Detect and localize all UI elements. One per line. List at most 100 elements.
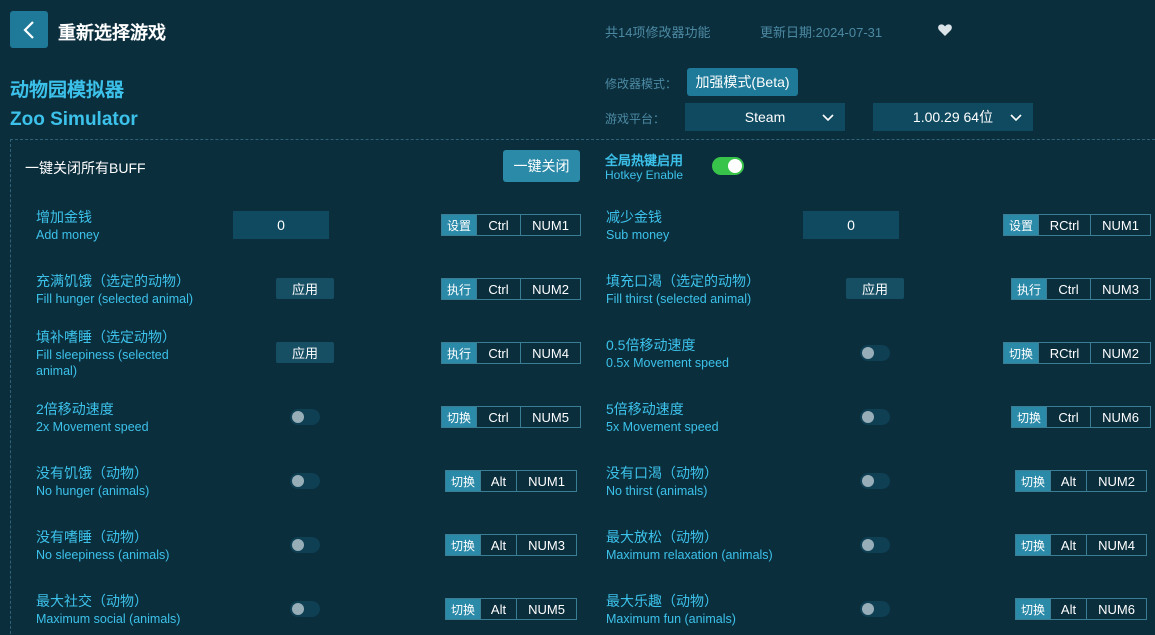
- heart-icon[interactable]: [937, 22, 953, 38]
- hotkey-modifier[interactable]: Alt: [480, 471, 516, 491]
- hotkey-key[interactable]: NUM1: [1090, 215, 1150, 235]
- toggle-knob: [292, 539, 304, 551]
- hotkey-key[interactable]: NUM2: [1086, 471, 1146, 491]
- hotkey-modifier[interactable]: Ctrl: [476, 215, 520, 235]
- hotkey-action-button[interactable]: 切换: [1012, 407, 1047, 427]
- feature-toggle[interactable]: [860, 601, 890, 617]
- toggle-knob: [292, 475, 304, 487]
- add-money-input[interactable]: [233, 211, 329, 239]
- close-all-label: 一键关闭所有BUFF: [25, 160, 146, 176]
- hotkey-group: 切换 Alt NUM5: [445, 598, 578, 620]
- mode-button[interactable]: 加强模式(Beta): [687, 68, 798, 96]
- feature-label-cn: 最大社交（动物）: [36, 593, 148, 609]
- feature-toggle[interactable]: [290, 473, 320, 489]
- platform-select[interactable]: Steam: [685, 103, 845, 131]
- hotkey-action-button[interactable]: 设置: [1004, 215, 1039, 235]
- hotkey-group: 切换 Alt NUM1: [445, 470, 578, 492]
- toggle-knob: [292, 603, 304, 615]
- hotkey-key[interactable]: NUM5: [516, 599, 576, 619]
- hotkey-modifier[interactable]: Alt: [480, 535, 516, 555]
- feature-label-cn: 没有嗜睡（动物）: [36, 529, 148, 545]
- hotkey-group: 切换 Ctrl NUM6: [1011, 406, 1152, 428]
- chevron-down-icon: [1010, 114, 1022, 122]
- hotkey-modifier[interactable]: Ctrl: [1046, 279, 1090, 299]
- hotkey-enable-toggle[interactable]: [712, 157, 744, 175]
- hotkey-action-button[interactable]: 切换: [442, 407, 477, 427]
- hotkey-key[interactable]: NUM1: [516, 471, 576, 491]
- apply-button[interactable]: 应用: [276, 278, 334, 299]
- hotkey-action-button[interactable]: 切换: [1016, 471, 1051, 491]
- hotkey-modifier[interactable]: Alt: [1050, 535, 1086, 555]
- feature-toggle[interactable]: [860, 409, 890, 425]
- hotkey-action-button[interactable]: 切换: [1004, 343, 1039, 363]
- close-all-button[interactable]: 一键关闭: [503, 150, 580, 182]
- feature-label-en: Maximum social (animals): [36, 612, 181, 626]
- mode-label: 修改器模式：: [605, 77, 678, 91]
- toggle-knob: [292, 411, 304, 423]
- hotkey-key[interactable]: NUM3: [516, 535, 576, 555]
- hotkey-action-button[interactable]: 切换: [446, 599, 481, 619]
- feature-label-en: 0.5x Movement speed: [606, 356, 729, 370]
- hotkey-modifier[interactable]: Alt: [480, 599, 516, 619]
- hotkey-key[interactable]: NUM2: [1090, 343, 1150, 363]
- hotkey-group: 执行 Ctrl NUM3: [1011, 278, 1152, 300]
- feature-label-en: 2x Movement speed: [36, 420, 149, 434]
- hotkey-key[interactable]: NUM6: [1086, 599, 1146, 619]
- hotkey-group: 切换 Alt NUM3: [445, 534, 578, 556]
- hotkey-key[interactable]: NUM2: [520, 279, 580, 299]
- hotkey-key[interactable]: NUM1: [520, 215, 580, 235]
- apply-button[interactable]: 应用: [276, 342, 334, 363]
- hotkey-modifier[interactable]: Ctrl: [1046, 407, 1090, 427]
- toggle-knob: [862, 539, 874, 551]
- hotkey-action-button[interactable]: 切换: [1016, 535, 1051, 555]
- sub-money-input[interactable]: [803, 211, 899, 239]
- hotkey-modifier[interactable]: RCtrl: [1038, 343, 1090, 363]
- hotkey-enable-label-cn: 全局热键启用: [605, 153, 684, 168]
- feature-label-en: Add money: [36, 228, 100, 242]
- hotkey-modifier[interactable]: Alt: [1050, 471, 1086, 491]
- toggle-knob: [862, 603, 874, 615]
- feature-label-cn: 5倍移动速度: [606, 401, 684, 417]
- hotkey-key[interactable]: NUM5: [520, 407, 580, 427]
- feature-toggle[interactable]: [290, 409, 320, 425]
- hotkey-action-button[interactable]: 执行: [442, 343, 477, 363]
- hotkey-action-button[interactable]: 设置: [442, 215, 477, 235]
- hotkey-modifier[interactable]: Alt: [1050, 599, 1086, 619]
- toggle-knob: [862, 475, 874, 487]
- version-select[interactable]: 1.00.29 64位: [873, 103, 1033, 131]
- hotkey-action-button[interactable]: 执行: [1012, 279, 1047, 299]
- top-bar: 重新选择游戏 共14项修改器功能 更新日期:2024-07-31: [0, 0, 1155, 60]
- feature-toggle[interactable]: [860, 537, 890, 553]
- features-panel: [10, 139, 1155, 635]
- feature-toggle[interactable]: [290, 601, 320, 617]
- back-button[interactable]: [10, 11, 48, 48]
- feature-label-cn: 最大放松（动物）: [606, 529, 718, 545]
- feature-label-en: No thirst (animals): [606, 484, 708, 498]
- hotkey-action-button[interactable]: 切换: [1016, 599, 1051, 619]
- hotkey-modifier[interactable]: RCtrl: [1038, 215, 1090, 235]
- hotkey-action-button[interactable]: 执行: [442, 279, 477, 299]
- feature-toggle[interactable]: [290, 537, 320, 553]
- hotkey-key[interactable]: NUM4: [1086, 535, 1146, 555]
- back-arrow-icon: [23, 20, 34, 39]
- apply-button[interactable]: 应用: [846, 278, 904, 299]
- feature-label-en: Fill thirst (selected animal): [606, 292, 752, 306]
- reselect-game-title[interactable]: 重新选择游戏: [58, 19, 166, 45]
- feature-label-cn: 增加金钱: [36, 209, 92, 225]
- hotkey-key[interactable]: NUM6: [1090, 407, 1150, 427]
- hotkey-modifier[interactable]: Ctrl: [476, 279, 520, 299]
- feature-label-en: Fill hunger (selected animal): [36, 292, 194, 306]
- feature-toggle[interactable]: [860, 345, 890, 361]
- hotkey-key[interactable]: NUM3: [1090, 279, 1150, 299]
- toggle-knob: [862, 347, 874, 359]
- feature-toggle[interactable]: [860, 473, 890, 489]
- feature-count: 共14项修改器功能: [605, 25, 711, 40]
- hotkey-modifier[interactable]: Ctrl: [476, 343, 520, 363]
- hotkey-modifier[interactable]: Ctrl: [476, 407, 520, 427]
- hotkey-action-button[interactable]: 切换: [446, 471, 481, 491]
- feature-label-cn: 填补嗜睡（选定动物）: [36, 329, 176, 345]
- hotkey-key[interactable]: NUM4: [520, 343, 580, 363]
- hotkey-action-button[interactable]: 切换: [446, 535, 481, 555]
- chevron-down-icon: [822, 114, 834, 122]
- hotkey-group: 切换 Ctrl NUM5: [441, 406, 582, 428]
